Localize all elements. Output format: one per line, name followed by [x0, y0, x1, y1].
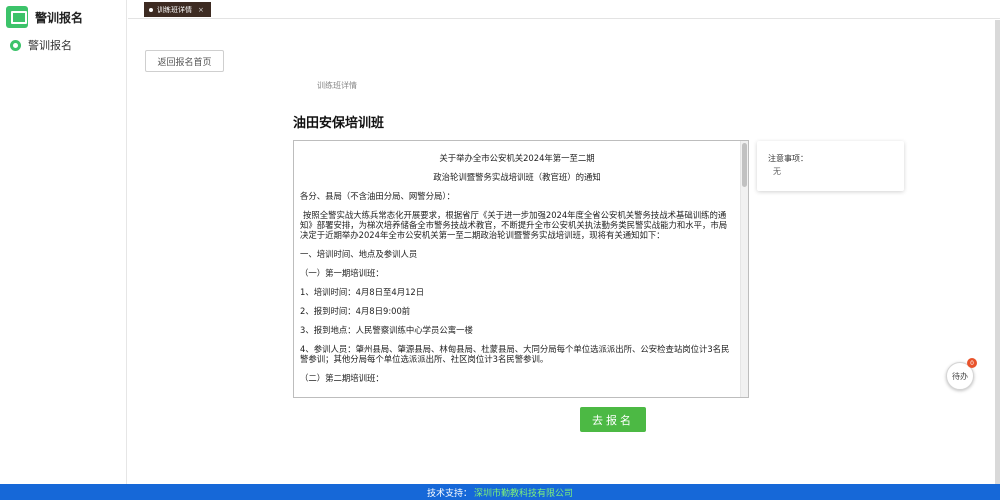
footer-company-link[interactable]: 深圳市勤教科技有限公司 — [474, 486, 573, 499]
sidebar-title: 警训报名 — [35, 10, 84, 25]
notice-addressee: 各分、县局（不含油田分局、网警分局）： — [300, 191, 455, 201]
footer-prefix: 技术支持： — [426, 488, 472, 499]
notice-title-line2: 政治轮训暨警务实战培训班（教官班）的通知 — [433, 172, 601, 182]
notice-title-line1: 关于举办全市公安机关2024年第一至二期 — [439, 153, 595, 163]
sidebar-item-training-signup[interactable]: 警训报名 — [10, 37, 72, 53]
page-title: 油田安保培训班 — [293, 116, 385, 131]
notice-subheading: （一）第一期培训班： — [300, 268, 384, 278]
sidebar-item-label: 警训报名 — [28, 39, 72, 52]
notice-scrollbar[interactable] — [740, 141, 748, 397]
notice-item: 3、报到地点：人民警察训练中心学员公寓一楼 — [300, 325, 473, 335]
tab-dot-icon — [149, 7, 153, 12]
tab-strip: 训练班详情 × — [128, 0, 1000, 19]
notes-label: 注意事项： — [768, 154, 808, 163]
sidebar-header: 警训报名 — [6, 5, 83, 29]
back-to-signup-home-button[interactable]: 返回报名首页 — [145, 50, 224, 72]
notice-content: 关于举办全市公安机关2024年第一至二期 政治轮训暨警务实战培训班（教官班）的通… — [300, 153, 734, 392]
circle-dot-icon — [10, 39, 21, 51]
notice-section-heading: 一、培训时间、地点及参训人员 — [300, 249, 418, 259]
notes-value: 无 — [773, 167, 781, 176]
notice-item: 2、报到时间：4月8日9:00前 — [300, 306, 411, 316]
tab-training-detail[interactable]: 训练班详情 × — [144, 2, 211, 17]
notice-intro: 按照全警实战大练兵常态化开展要求，根据省厅《关于进一步加强2024年度全省公安机… — [300, 210, 728, 240]
footer: 技术支持： 深圳市勤教科技有限公司 — [0, 484, 1000, 500]
tab-label: 训练班详情 — [157, 5, 192, 14]
notice-document[interactable]: 关于举办全市公安机关2024年第一至二期 政治轮训暨警务实战培训班（教官班）的通… — [293, 140, 749, 398]
notes-panel: 注意事项： 无 — [757, 141, 904, 191]
notice-scroll-thumb[interactable] — [742, 143, 747, 187]
todo-count-badge: 0 — [967, 358, 977, 368]
notice-item: 4、参训人员：肇州县局、肇源县局、林甸县局、杜蒙县局、大同分局每个单位选派派出所… — [300, 344, 730, 364]
notice-subheading: （二）第二期培训班： — [300, 373, 384, 383]
todo-label: 待办 — [952, 371, 968, 381]
notice-item: 1、培训时间：4月8日至4月12日 — [300, 287, 425, 297]
sidebar: 警训报名 警训报名 — [0, 0, 127, 484]
page-scrollbar[interactable] — [995, 20, 1000, 484]
section-label: 训练班详情 — [317, 81, 357, 90]
training-logo-icon — [6, 6, 28, 28]
signup-button[interactable]: 去报名 — [580, 407, 646, 432]
close-icon[interactable]: × — [198, 6, 204, 14]
app-root: 警训报名 警训报名 训练班详情 × 返回报名首页 训练班详情 油田安保培训班 关… — [0, 0, 1000, 500]
